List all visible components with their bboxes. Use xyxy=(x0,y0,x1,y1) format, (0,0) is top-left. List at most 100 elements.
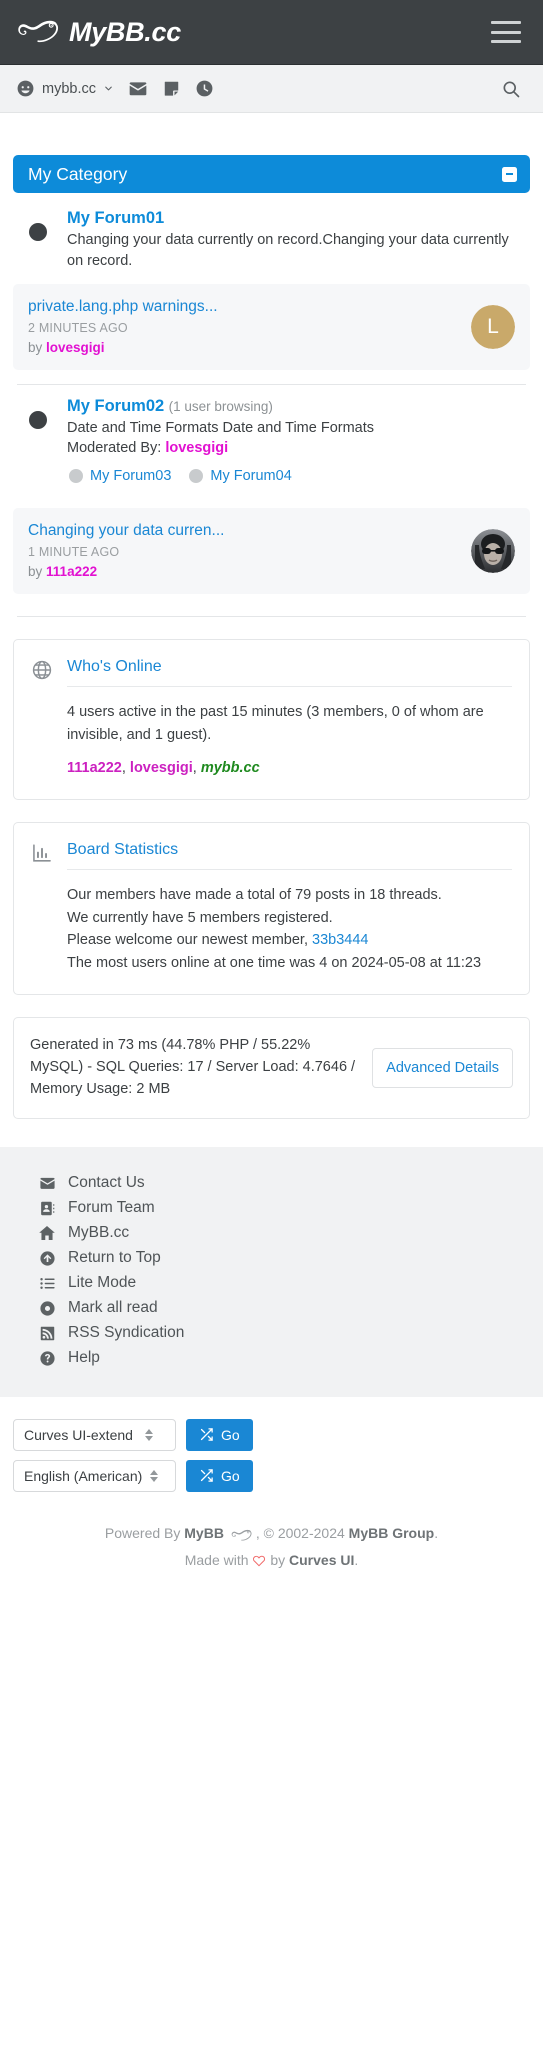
subforum-item[interactable]: My Forum03 xyxy=(69,468,171,484)
forum-status-icon xyxy=(29,411,47,430)
forum-row: My Forum01 Changing your data currently … xyxy=(13,197,530,282)
avatar-photo xyxy=(471,528,515,573)
subforum-link[interactable]: My Forum03 xyxy=(90,468,171,484)
collapse-minus-icon[interactable] xyxy=(502,166,517,182)
forum-status-icon xyxy=(29,223,47,241)
search-icon[interactable] xyxy=(501,79,521,99)
copyright-group[interactable]: MyBB Group xyxy=(349,1525,435,1541)
go-label: Go xyxy=(221,1426,240,1443)
category-header: My Category xyxy=(13,155,530,193)
board-statistics-panel: Board Statistics Our members have made a… xyxy=(13,822,530,996)
chameleon-logo xyxy=(231,1524,253,1549)
last-post-time: 2 MINUTES AGO xyxy=(28,321,128,336)
category-title: My Category xyxy=(28,163,128,184)
stat-newest-member: Please welcome our newest member, 33b344… xyxy=(67,929,512,951)
made-with-line: Made with by Curves UI. xyxy=(13,1548,530,1573)
language-go-button[interactable]: Go xyxy=(186,1459,253,1492)
dot-circle-icon xyxy=(38,1299,56,1317)
advanced-details-button[interactable]: Advanced Details xyxy=(372,1047,513,1088)
footer-link-help[interactable]: Help xyxy=(0,1346,543,1371)
forum-link[interactable]: My Forum02 xyxy=(67,397,164,415)
footer-link-label: Lite Mode xyxy=(68,1274,137,1292)
question-circle-icon xyxy=(38,1349,56,1367)
moderator-link[interactable]: lovesgigi xyxy=(165,440,228,456)
forum-link[interactable]: My Forum01 xyxy=(67,209,164,227)
board-statistics-title[interactable]: Board Statistics xyxy=(67,841,178,859)
user-menu-label: mybb.cc xyxy=(42,80,96,97)
footer-link-label: Forum Team xyxy=(68,1199,155,1217)
footer-link-label: MyBB.cc xyxy=(68,1224,130,1242)
panel-rule xyxy=(67,869,512,871)
footer-link-rss-syndication[interactable]: RSS Syndication xyxy=(0,1321,543,1346)
last-post-card[interactable]: Changing your data curren... 1 MINUTE AG… xyxy=(13,508,530,595)
footer-link-return-to-top[interactable]: Return to Top xyxy=(0,1246,543,1271)
moderated-by-label: Moderated By: xyxy=(67,440,162,457)
chevron-down-icon xyxy=(103,83,114,94)
note-icon[interactable] xyxy=(162,79,181,98)
top-spacer xyxy=(13,113,530,155)
subforum-link[interactable]: My Forum04 xyxy=(210,468,291,484)
generation-stats-panel: Generated in 73 ms (44.78% PHP / 55.22% … xyxy=(13,1017,530,1119)
whos-online-user-list: 111a222, lovesgigi, mybb.cc xyxy=(31,757,512,779)
subforum-list: My Forum03 My Forum04 xyxy=(67,468,526,484)
board-statistics-body: Our members have made a total of 79 post… xyxy=(31,884,512,974)
online-user-link[interactable]: mybb.cc xyxy=(201,760,260,776)
powered-by-brand[interactable]: MyBB xyxy=(184,1525,224,1541)
last-post-card[interactable]: private.lang.php warnings... 2 MINUTES A… xyxy=(13,284,530,371)
brand[interactable]: MyBB.cc xyxy=(18,17,181,48)
site-header: MyBB.cc xyxy=(0,0,543,65)
footer-link-label: RSS Syndication xyxy=(68,1324,185,1342)
whos-online-title[interactable]: Who's Online xyxy=(67,658,162,676)
address-book-icon xyxy=(38,1199,56,1217)
envelope-icon[interactable] xyxy=(128,79,148,99)
theme-select-value: Curves UI-extend xyxy=(24,1426,133,1443)
chameleon-logo xyxy=(18,17,60,47)
by-label: by xyxy=(28,340,43,356)
footer-link-lite-mode[interactable]: Lite Mode xyxy=(0,1271,543,1296)
last-post-author-link[interactable]: 111a222 xyxy=(46,564,97,579)
footer-link-mark-all-read[interactable]: Mark all read xyxy=(0,1296,543,1321)
hamburger-menu-icon[interactable] xyxy=(491,21,521,43)
theme-go-button[interactable]: Go xyxy=(186,1418,253,1451)
user-menu[interactable]: mybb.cc xyxy=(16,79,114,98)
heart-icon xyxy=(252,1552,270,1568)
avatar[interactable] xyxy=(471,528,515,573)
footer-link-forum-team[interactable]: Forum Team xyxy=(0,1196,543,1221)
newest-member-link[interactable]: 33b3444 xyxy=(312,932,368,948)
last-post-info: Changing your data curren... 1 MINUTE AG… xyxy=(28,522,224,579)
avatar[interactable]: L xyxy=(471,304,515,349)
last-post-info: private.lang.php warnings... 2 MINUTES A… xyxy=(28,298,218,355)
online-user-link[interactable]: 111a222 xyxy=(67,760,122,776)
nav-left-group: mybb.cc xyxy=(16,79,214,99)
last-post-title-link[interactable]: Changing your data curren... xyxy=(28,522,224,540)
theme-select[interactable]: Curves UI-extend xyxy=(13,1418,176,1451)
whos-online-summary: 4 users active in the past 15 minutes (3… xyxy=(67,704,484,743)
last-post-author-link[interactable]: lovesgigi xyxy=(46,340,105,355)
theme-author-link[interactable]: Curves UI xyxy=(289,1552,354,1568)
language-switcher-row: English (American) Go xyxy=(13,1459,530,1492)
footer-link-contact-us[interactable]: Contact Us xyxy=(0,1171,543,1196)
generation-stats-text: Generated in 73 ms (44.78% PHP / 55.22% … xyxy=(30,1037,356,1097)
bar-chart-icon xyxy=(31,842,53,864)
subforum-item[interactable]: My Forum04 xyxy=(189,468,292,484)
forum-moderators: Moderated By: lovesgigi xyxy=(67,440,526,456)
copyright-years: , © 2002-2024 xyxy=(255,1524,345,1541)
stat-most-online: The most users online at one time was 4 … xyxy=(67,954,482,971)
copyright: Powered By MyBB , © 2002-2024 MyBB Group… xyxy=(0,1501,543,1599)
forum-browsing-count: (1 user browsing) xyxy=(168,399,273,415)
language-select[interactable]: English (American) xyxy=(13,1459,176,1492)
panel-header: Board Statistics xyxy=(31,841,512,871)
globe-icon xyxy=(31,659,53,681)
footer-link-mybb-cc[interactable]: MyBB.cc xyxy=(0,1221,543,1246)
online-user-link[interactable]: lovesgigi xyxy=(130,760,193,776)
clock-icon[interactable] xyxy=(195,79,214,98)
last-post-title-link[interactable]: private.lang.php warnings... xyxy=(28,298,218,316)
arrow-up-circle-icon xyxy=(38,1249,56,1267)
panel-header-main: Who's Online xyxy=(67,658,512,688)
last-post-byline: by 111a222 xyxy=(28,564,224,579)
panel-header-main: Board Statistics xyxy=(67,841,512,871)
footer-link-label: Mark all read xyxy=(68,1299,158,1317)
forum-row: My Forum02 (1 user browsing) Date and Ti… xyxy=(13,385,530,494)
last-post-time: 1 MINUTE AGO xyxy=(28,545,120,560)
copyright-period: . xyxy=(434,1524,439,1541)
